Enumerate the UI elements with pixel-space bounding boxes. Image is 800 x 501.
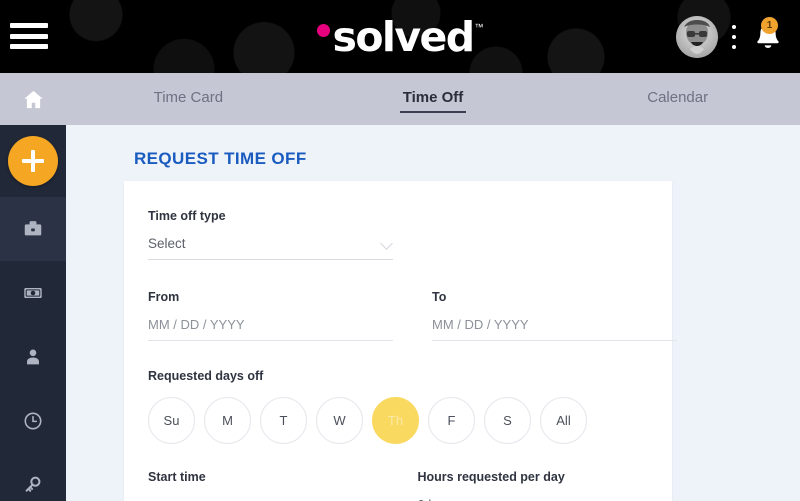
start-time-input[interactable] bbox=[148, 497, 379, 501]
main-content-area: REQUEST TIME OFF Time off type Select Fr… bbox=[66, 125, 800, 501]
requested-days-label: Requested days off bbox=[148, 369, 264, 383]
logo-wordmark: solved bbox=[332, 12, 476, 61]
from-date-input[interactable]: MM / DD / YYYY bbox=[148, 317, 393, 341]
from-field-group: From MM / DD / YYYY bbox=[148, 290, 393, 341]
requested-days-group: Requested days off Su M T W Th F S All bbox=[148, 369, 648, 444]
notifications-button[interactable]: 1 bbox=[752, 17, 786, 54]
logo-dot-icon bbox=[316, 23, 330, 37]
nav-tab-list: Time Card Time Off Calendar bbox=[66, 73, 800, 125]
date-range-row: From MM / DD / YYYY To MM / DD / YYYY bbox=[148, 290, 677, 341]
time-off-type-select[interactable]: Select bbox=[148, 236, 393, 260]
sidebar-item-briefcase[interactable] bbox=[0, 197, 66, 261]
kebab-dot bbox=[732, 35, 736, 39]
more-vertical-icon[interactable] bbox=[726, 23, 742, 51]
request-time-off-card: Time off type Select From MM / DD / YYYY… bbox=[124, 181, 677, 501]
day-toggle-w[interactable]: W bbox=[316, 397, 363, 444]
to-label: To bbox=[432, 290, 447, 304]
chevron-down-icon bbox=[382, 238, 393, 249]
money-icon bbox=[24, 287, 42, 299]
tab-calendar[interactable]: Calendar bbox=[555, 89, 800, 110]
home-button[interactable] bbox=[0, 73, 66, 125]
hours-per-day-value: 0 hours bbox=[418, 497, 649, 501]
hours-per-day-label: Hours requested per day bbox=[417, 470, 565, 484]
add-button[interactable] bbox=[8, 136, 58, 186]
top-header-bar: solved ™ 1 bbox=[0, 0, 800, 73]
day-toggle-su[interactable]: Su bbox=[148, 397, 195, 444]
day-toggle-th[interactable]: Th bbox=[372, 397, 419, 444]
sidebar-item-employee[interactable] bbox=[0, 325, 66, 389]
tab-time-off[interactable]: Time Off bbox=[311, 89, 556, 110]
from-label: From bbox=[148, 290, 180, 304]
add-button-container bbox=[0, 125, 66, 197]
person-icon bbox=[27, 349, 39, 365]
start-time-group: Start time bbox=[148, 470, 379, 501]
hamburger-bar bbox=[10, 44, 48, 49]
plus-icon bbox=[22, 150, 44, 172]
day-toggle-m[interactable]: M bbox=[204, 397, 251, 444]
logo-trademark: ™ bbox=[474, 21, 484, 32]
to-date-input[interactable]: MM / DD / YYYY bbox=[432, 317, 677, 341]
hamburger-bar bbox=[10, 33, 48, 39]
hamburger-menu-icon[interactable] bbox=[10, 20, 48, 52]
start-time-label: Start time bbox=[148, 470, 206, 484]
left-sidebar bbox=[0, 125, 66, 501]
time-details-row: Start time Hours requested per day 0 hou… bbox=[148, 470, 648, 501]
sidebar-item-security[interactable] bbox=[0, 453, 66, 501]
avatar-photo bbox=[676, 16, 718, 58]
page-title: REQUEST TIME OFF bbox=[134, 149, 307, 168]
hamburger-bar bbox=[10, 23, 48, 28]
to-field-group: To MM / DD / YYYY bbox=[432, 290, 677, 341]
clock-icon bbox=[24, 412, 42, 430]
sidebar-item-payroll[interactable] bbox=[0, 261, 66, 325]
briefcase-icon bbox=[24, 221, 42, 236]
secondary-nav-bar: Time Card Time Off Calendar bbox=[0, 73, 800, 125]
kebab-dot bbox=[732, 45, 736, 49]
kebab-dot bbox=[732, 25, 736, 29]
day-toggle-group: Su M T W Th F S All bbox=[148, 397, 648, 444]
time-off-type-label: Time off type bbox=[148, 209, 226, 223]
time-off-type-value: Select bbox=[148, 236, 186, 251]
day-toggle-t[interactable]: T bbox=[260, 397, 307, 444]
hours-per-day-group: Hours requested per day 0 hours bbox=[418, 470, 649, 501]
avatar[interactable] bbox=[676, 16, 718, 58]
day-toggle-all[interactable]: All bbox=[540, 397, 587, 444]
home-icon bbox=[23, 90, 43, 108]
day-toggle-s[interactable]: S bbox=[484, 397, 531, 444]
day-toggle-f[interactable]: F bbox=[428, 397, 475, 444]
sidebar-item-time[interactable] bbox=[0, 389, 66, 453]
isolved-time-off-app: solved ™ 1 Time Card Time Off Calendar R… bbox=[0, 0, 800, 501]
notification-badge: 1 bbox=[761, 17, 778, 34]
tab-time-card[interactable]: Time Card bbox=[66, 89, 311, 110]
key-icon bbox=[25, 476, 41, 492]
